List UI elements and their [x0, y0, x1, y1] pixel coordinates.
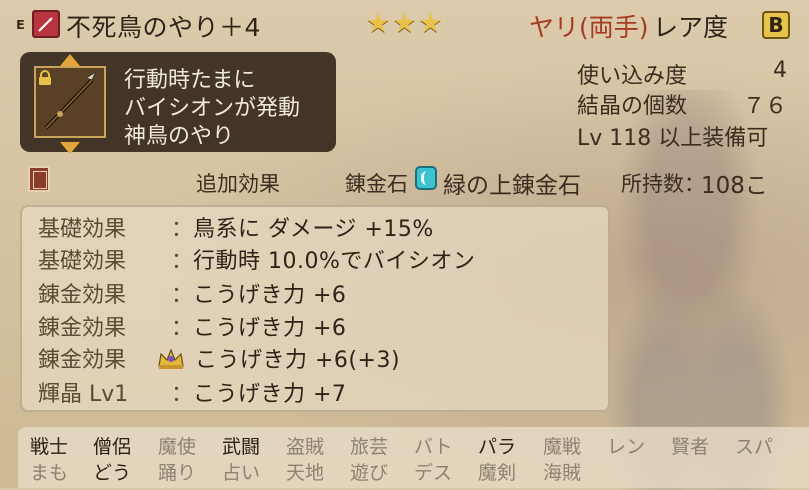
effect-value: 行動時 10.0%でバイシオン — [193, 249, 476, 274]
job-item-master: どう — [93, 462, 132, 484]
job-tenchi: 天地 — [286, 462, 325, 484]
owned-count-label: 所持数： — [621, 172, 705, 196]
rarity-label: レア度 — [653, 13, 729, 42]
item-name: 不死鳥のやり＋4 — [66, 13, 261, 42]
job-thief: 盗賊 — [286, 436, 325, 458]
job-demon-sword: 魔剣 — [478, 462, 517, 484]
crown-icon — [158, 348, 184, 369]
effect-colon: ： — [171, 249, 194, 274]
effect-value: こうげき力 +7 — [193, 382, 347, 407]
job-sage: 賢者 — [671, 436, 710, 458]
job-martial-artist: 武闘 — [222, 436, 261, 458]
crystal-label: 結晶の個数 — [577, 94, 688, 119]
job-battle-master: バト — [414, 436, 453, 458]
job-death-master: デス — [414, 462, 453, 484]
alchemy-stone-icon — [415, 166, 437, 190]
effect-value: 鳥系に ダメージ +15% — [193, 217, 434, 242]
job-dancer: 踊り — [158, 462, 197, 484]
extra-effects-header: 追加効果 — [196, 172, 280, 196]
crystal-value: ７６ — [742, 94, 787, 119]
usage-label: 使い込み度 — [577, 64, 688, 89]
job-warrior: 戦士 — [30, 436, 69, 458]
scroll-down-arrow-icon[interactable] — [60, 142, 80, 154]
effect-label: 錬金効果 — [38, 316, 127, 341]
effect-colon: ： — [171, 316, 194, 341]
effect-label: 輝晶 Lv1 — [38, 382, 129, 407]
job-mage: 魔使 — [158, 436, 197, 458]
effect-label: 錬金効果 — [38, 348, 127, 373]
job-magic-knight: 魔戦 — [543, 436, 582, 458]
item-stars: ★★★ — [366, 8, 445, 39]
book-icon[interactable] — [28, 166, 50, 192]
usage-stat-row: 使い込み度 4 — [0, 58, 809, 89]
job-ranger: レン — [607, 436, 646, 458]
effect-value: こうげき力 +6 — [193, 316, 347, 341]
effect-label: 錬金効果 — [38, 283, 127, 308]
item-title-bar: E 不死鳥のやり＋4 ★★★ ヤリ(両手) レア度 B — [0, 0, 809, 50]
weapon-type: ヤリ(両手) — [529, 13, 649, 42]
job-entertainer: 旅芸 — [350, 436, 389, 458]
job-gadabout: 遊び — [350, 462, 389, 484]
equipped-mark: E — [16, 18, 25, 33]
spear-icon — [32, 10, 60, 38]
crystal-stat-row: 結晶の個数 ７６ — [0, 88, 809, 119]
job-monster-master: まも — [30, 462, 69, 484]
rarity-rank-badge: B — [762, 11, 790, 39]
job-fortune-teller: 占い — [222, 462, 261, 484]
alchemy-stone-name: 緑の上錬金石 — [443, 173, 581, 199]
effect-value: こうげき力 +6 — [193, 283, 347, 308]
job-priest: 僧侶 — [93, 436, 132, 458]
alchemy-stone-label: 錬金石 — [345, 172, 408, 196]
description-line: 神鳥のやり — [124, 124, 235, 149]
job-pirate: 海賊 — [543, 462, 582, 484]
effect-colon: ： — [171, 382, 194, 407]
effect-value: こうげき力 +6(+3) — [195, 348, 401, 373]
effect-label: 基礎効果 — [38, 217, 127, 242]
effect-label: 基礎効果 — [38, 249, 127, 274]
owned-count-value: 108こ — [701, 173, 768, 199]
job-paladin: パラ — [478, 436, 517, 458]
equip-level-requirement: Lv 118 以上装備可 — [577, 126, 769, 151]
job-super-star: スパ — [735, 436, 774, 458]
usage-value: 4 — [773, 58, 787, 83]
effect-colon: ： — [171, 283, 194, 308]
effect-colon: ： — [171, 217, 194, 242]
